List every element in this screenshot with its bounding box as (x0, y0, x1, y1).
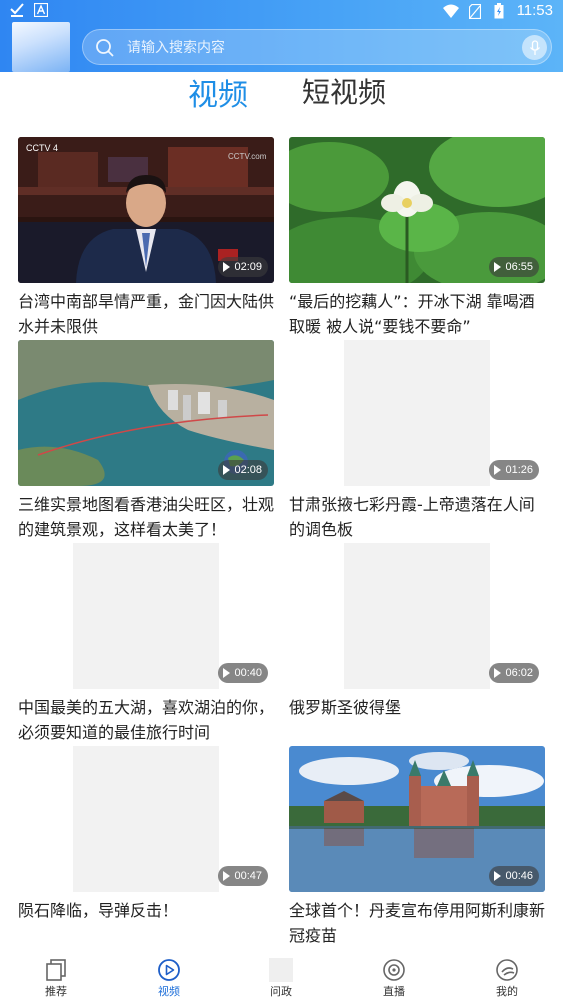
nav-item-live[interactable]: 直播 (364, 958, 424, 1000)
duration-text: 00:40 (234, 667, 262, 679)
video-title: 全球首个！丹麦宣布停用阿斯利康新冠疫苗 (289, 901, 545, 945)
duration-badge: 06:55 (489, 257, 539, 277)
nav-label: 直播 (383, 985, 405, 998)
play-icon (494, 668, 502, 678)
video-title: 三维实景地图看香港油尖旺区，壮观的建筑景观，这样看太美了！ (18, 495, 274, 539)
play-icon (223, 668, 231, 678)
duration-text: 06:02 (505, 667, 533, 679)
play-icon (223, 465, 231, 475)
battery-icon (491, 2, 507, 20)
video-thumbnail: 00:46 (289, 746, 545, 892)
video-thumbnail: 00:40 (18, 543, 274, 689)
bottom-navigation: 推荐 视频 问政 直播 我的 (0, 950, 563, 1002)
duration-badge: 00:47 (218, 866, 268, 886)
svg-text:CCTV 4: CCTV 4 (26, 143, 58, 153)
no-sim-icon (467, 2, 483, 20)
video-card[interactable]: 06:02 俄罗斯圣彼得堡 (289, 543, 545, 720)
status-time: 11:53 (516, 2, 553, 19)
nav-item-inquiry[interactable]: 问政 (251, 958, 311, 1000)
status-bar: 11:53 (0, 0, 563, 24)
thumbnail-placeholder (73, 543, 219, 689)
duration-text: 06:55 (505, 261, 533, 273)
thumbnail-placeholder (73, 746, 219, 892)
tab-short-video[interactable]: 短视频 (302, 72, 386, 114)
video-card[interactable]: 00:40 中国最美的五大湖，喜欢湖泊的你，必须要知道的最佳旅行时间 (18, 543, 274, 745)
video-play-icon (157, 958, 181, 982)
svg-text:CCTV.com: CCTV.com (228, 152, 267, 161)
recommend-icon (44, 958, 68, 982)
video-card[interactable]: 06:55 “最后的挖藕人”：开冰下湖 靠喝酒取暖 被人说“要钱不要命” (289, 137, 545, 339)
video-title: 甘肃张掖七彩丹霞-上帝遗落在人间的调色板 (289, 495, 535, 539)
video-title: 中国最美的五大湖，喜欢湖泊的你，必须要知道的最佳旅行时间 (18, 698, 274, 742)
play-icon (494, 262, 502, 272)
tab-video[interactable]: 视频 (188, 75, 248, 117)
video-thumbnail: 02:08 (18, 340, 274, 486)
duration-badge: 00:46 (489, 866, 539, 886)
nav-label: 问政 (270, 985, 292, 998)
duration-text: 01:26 (505, 464, 533, 476)
wifi-icon (442, 2, 459, 20)
video-thumbnail: 06:02 (289, 543, 545, 689)
video-title: 俄罗斯圣彼得堡 (289, 698, 402, 717)
microphone-icon (529, 39, 540, 55)
video-card[interactable]: 00:47 陨石降临，导弹反击！ (18, 746, 274, 923)
profile-icon (495, 958, 519, 982)
search-icon (95, 38, 115, 58)
duration-text: 02:09 (234, 261, 262, 273)
thumbnail-placeholder (344, 543, 490, 689)
video-card[interactable]: 02:08 三维实景地图看香港油尖旺区，壮观的建筑景观，这样看太美了！ (18, 340, 274, 542)
duration-badge: 02:08 (218, 460, 268, 480)
video-thumbnail: 01:26 (289, 340, 545, 486)
nav-item-video[interactable]: 视频 (139, 958, 199, 1000)
duration-badge: 01:26 (489, 460, 539, 480)
app-header: 11:53 请输入搜索内容 (0, 0, 563, 72)
inquiry-icon (269, 958, 293, 982)
thumbnail-placeholder (344, 340, 490, 486)
play-icon (223, 262, 231, 272)
nav-label: 视频 (158, 985, 180, 998)
play-icon (223, 871, 231, 881)
duration-badge: 02:09 (218, 257, 268, 277)
nav-item-recommend[interactable]: 推荐 (26, 958, 86, 1000)
duration-badge: 06:02 (489, 663, 539, 683)
duration-text: 02:08 (234, 464, 262, 476)
app-logo[interactable] (12, 22, 70, 72)
duration-text: 00:46 (505, 870, 533, 882)
duration-text: 00:47 (234, 870, 262, 882)
search-input[interactable]: 请输入搜索内容 (82, 29, 552, 65)
check-download-icon (10, 3, 24, 17)
video-thumbnail: 00:47 (18, 746, 274, 892)
live-icon (382, 958, 406, 982)
video-thumbnail: 06:55 (289, 137, 545, 283)
a-app-icon (34, 3, 48, 17)
video-title: 陨石降临，导弹反击！ (18, 901, 179, 920)
nav-item-profile[interactable]: 我的 (477, 958, 537, 1000)
video-title: “最后的挖藕人”：开冰下湖 靠喝酒取暖 被人说“要钱不要命” (289, 292, 535, 336)
play-icon (494, 871, 502, 881)
nav-label: 推荐 (45, 985, 67, 998)
video-thumbnail: CCTV 4 CCTV.com 02:09 (18, 137, 274, 283)
play-icon (494, 465, 502, 475)
video-card[interactable]: 01:26 甘肃张掖七彩丹霞-上帝遗落在人间的调色板 (289, 340, 545, 542)
video-card[interactable]: CCTV 4 CCTV.com 02:09 台湾中南部旱情严重，金门因大陆供水并… (18, 137, 274, 339)
nav-label: 我的 (496, 985, 518, 998)
video-title: 台湾中南部旱情严重，金门因大陆供水并未限供 (18, 292, 274, 336)
search-placeholder: 请输入搜索内容 (127, 40, 225, 56)
voice-search-button[interactable] (522, 35, 547, 60)
content-tabs: 视频 短视频 (0, 72, 563, 122)
duration-badge: 00:40 (218, 663, 268, 683)
video-card[interactable]: 00:46 全球首个！丹麦宣布停用阿斯利康新冠疫苗 (289, 746, 545, 948)
